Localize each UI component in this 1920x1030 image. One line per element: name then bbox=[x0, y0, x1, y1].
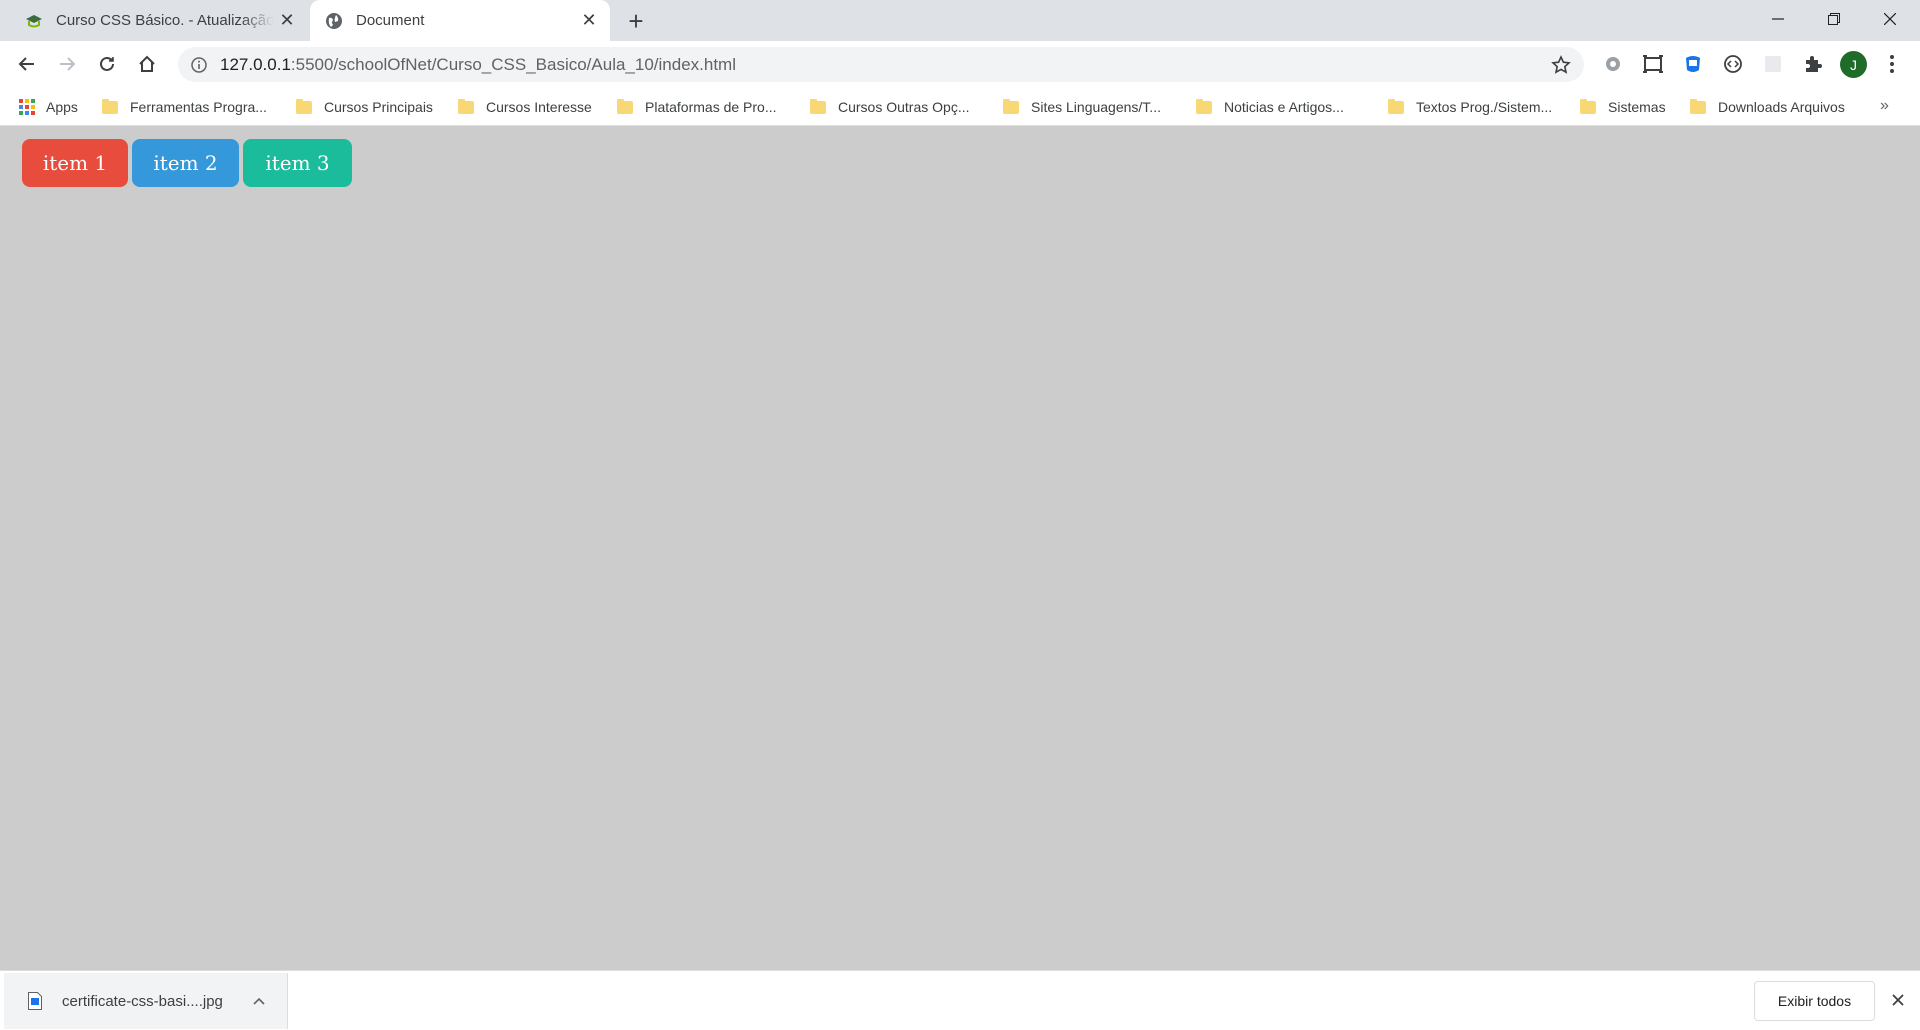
folder-icon bbox=[1580, 98, 1596, 114]
globe-icon bbox=[324, 11, 344, 31]
bookmark-folder[interactable]: Cursos Outras Opç... bbox=[810, 95, 969, 119]
bookmark-label: Apps bbox=[46, 99, 78, 115]
bookmarks-bar: Apps Ferramentas Progra... Cursos Princi… bbox=[0, 88, 1920, 126]
tab-document[interactable]: Document ✕ bbox=[310, 0, 610, 41]
bookmark-folder[interactable]: Sistemas bbox=[1580, 95, 1666, 119]
bookmark-folder[interactable]: Plataformas de Pro... bbox=[617, 95, 777, 119]
back-button[interactable] bbox=[10, 47, 44, 81]
image-file-icon bbox=[28, 992, 42, 1010]
tab-strip: Curso CSS Básico. - Atualização 2 ✕ Docu… bbox=[0, 0, 1920, 41]
extension-screen-icon[interactable] bbox=[1640, 51, 1666, 77]
folder-icon bbox=[1690, 98, 1706, 114]
folder-icon bbox=[617, 98, 633, 114]
bookmark-folder[interactable]: Downloads Arquivos bbox=[1690, 95, 1845, 119]
site-info-icon[interactable] bbox=[190, 56, 208, 74]
folder-icon bbox=[458, 98, 474, 114]
bookmark-star-icon[interactable] bbox=[1550, 54, 1572, 76]
tab-title: Curso CSS Básico. - Atualização 2 bbox=[56, 12, 274, 29]
profile-avatar[interactable]: J bbox=[1840, 51, 1867, 78]
folder-icon bbox=[102, 98, 118, 114]
extension-blank-icon[interactable] bbox=[1760, 51, 1786, 77]
close-tab-icon[interactable]: ✕ bbox=[576, 8, 602, 34]
close-tab-icon[interactable]: ✕ bbox=[274, 8, 300, 34]
bookmark-label: Noticias e Artigos... bbox=[1224, 99, 1344, 115]
minimize-button[interactable] bbox=[1750, 0, 1806, 38]
more-bookmarks-chevron-icon[interactable]: » bbox=[1880, 97, 1889, 115]
bookmark-folder[interactable]: Cursos Principais bbox=[296, 95, 433, 119]
bookmark-folder[interactable]: Cursos Interesse bbox=[458, 95, 592, 119]
download-item[interactable]: certificate-css-basi....jpg bbox=[4, 973, 288, 1029]
bookmark-apps[interactable]: Apps bbox=[18, 95, 78, 119]
window-close-button[interactable] bbox=[1862, 0, 1918, 38]
bookmark-label: Ferramentas Progra... bbox=[130, 99, 267, 115]
extension-page-icon[interactable] bbox=[1680, 51, 1706, 77]
url-host: 127.0.0.1 bbox=[220, 54, 291, 74]
bookmark-label: Downloads Arquivos bbox=[1718, 99, 1845, 115]
tab-curso-css[interactable]: Curso CSS Básico. - Atualização 2 ✕ bbox=[10, 0, 308, 41]
bookmark-label: Textos Prog./Sistem... bbox=[1416, 99, 1553, 115]
graduation-cap-icon bbox=[24, 11, 44, 31]
more-menu-icon[interactable] bbox=[1880, 49, 1904, 79]
address-bar[interactable]: 127.0.0.1:5500/schoolOfNet/Curso_CSS_Bas… bbox=[178, 47, 1584, 82]
download-shelf: certificate-css-basi....jpg Exibir todos bbox=[0, 970, 1920, 1030]
folder-icon bbox=[810, 98, 826, 114]
extension-gear-icon[interactable] bbox=[1600, 51, 1626, 77]
bookmark-folder[interactable]: Noticias e Artigos... bbox=[1196, 95, 1344, 119]
menu-item-1[interactable]: item 1 bbox=[22, 139, 128, 187]
forward-button[interactable] bbox=[50, 47, 84, 81]
folder-icon bbox=[1388, 98, 1404, 114]
new-tab-button[interactable]: + bbox=[620, 8, 652, 34]
bookmark-folder[interactable]: Textos Prog./Sistem... bbox=[1388, 95, 1552, 119]
menu-item-2[interactable]: item 2 bbox=[132, 139, 239, 187]
reload-button[interactable] bbox=[90, 47, 124, 81]
tab-title: Document bbox=[356, 12, 425, 29]
url-path: :5500/schoolOfNet/Curso_CSS_Basico/Aula_… bbox=[290, 54, 736, 74]
bookmark-label: Sistemas bbox=[1608, 99, 1666, 115]
bookmark-label: Cursos Interesse bbox=[486, 99, 592, 115]
menu-item-3[interactable]: item 3 bbox=[243, 139, 352, 187]
download-file-name: certificate-css-basi....jpg bbox=[62, 992, 223, 1010]
folder-icon bbox=[296, 98, 312, 114]
apps-grid-icon bbox=[19, 99, 35, 115]
browser-toolbar: 127.0.0.1:5500/schoolOfNet/Curso_CSS_Bas… bbox=[0, 41, 1920, 88]
menu-list: item 1 item 2 item 3 bbox=[22, 139, 356, 187]
chevron-up-icon[interactable] bbox=[247, 989, 271, 1013]
bookmark-folder[interactable]: Ferramentas Progra... bbox=[102, 95, 267, 119]
restore-button[interactable] bbox=[1806, 0, 1862, 38]
url-text[interactable]: 127.0.0.1:5500/schoolOfNet/Curso_CSS_Bas… bbox=[220, 55, 736, 75]
home-button[interactable] bbox=[130, 47, 164, 81]
bookmark-label: Plataformas de Pro... bbox=[645, 99, 777, 115]
page-viewport: item 1 item 2 item 3 bbox=[0, 127, 1920, 970]
extension-code-icon[interactable] bbox=[1720, 51, 1746, 77]
bookmark-label: Cursos Outras Opç... bbox=[838, 99, 970, 115]
bookmark-label: Cursos Principais bbox=[324, 99, 433, 115]
close-shelf-icon[interactable] bbox=[1886, 988, 1910, 1012]
extensions-puzzle-icon[interactable] bbox=[1800, 51, 1826, 77]
folder-icon bbox=[1003, 98, 1019, 114]
bookmark-label: Sites Linguagens/T... bbox=[1031, 99, 1161, 115]
folder-icon bbox=[1196, 98, 1212, 114]
show-all-downloads-button[interactable]: Exibir todos bbox=[1754, 981, 1875, 1021]
bookmark-folder[interactable]: Sites Linguagens/T... bbox=[1003, 95, 1161, 119]
